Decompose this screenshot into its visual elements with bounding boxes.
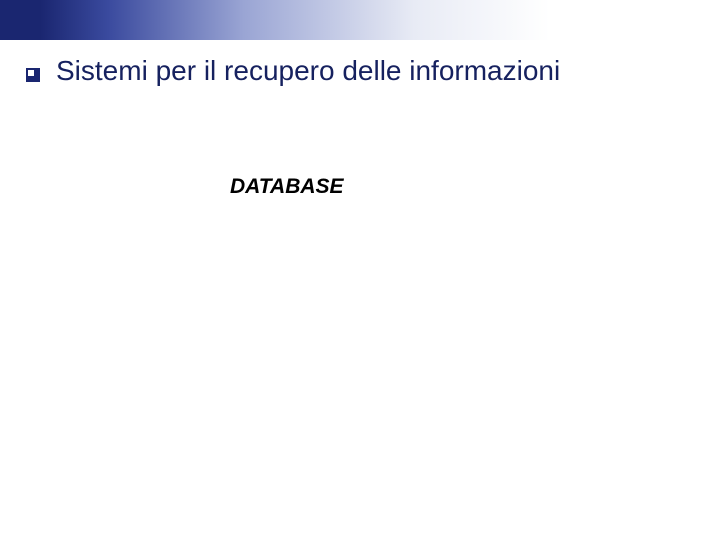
slide-subtitle: DATABASE (230, 175, 344, 199)
title-bullet-inner (28, 70, 34, 76)
header-accent-square (0, 0, 40, 40)
header-bar (0, 0, 720, 40)
header-gradient (40, 0, 720, 40)
title-bullet-icon (26, 68, 40, 82)
slide-title: Sistemi per il recupero delle informazio… (56, 55, 560, 87)
